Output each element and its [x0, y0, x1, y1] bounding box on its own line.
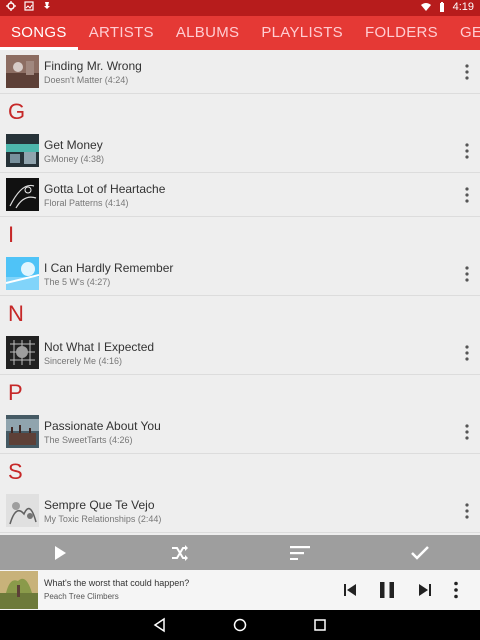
more-vert-icon [454, 581, 458, 599]
song-artist-duration: The SweetTarts (4:26) [44, 435, 133, 445]
song-title: Not What I Expected [44, 340, 155, 354]
song-row[interactable]: Sempre Que Te Vejo My Toxic Relationship… [0, 489, 480, 533]
shuffle-button[interactable] [150, 535, 210, 570]
tab-genres[interactable]: GENRES [449, 16, 480, 50]
more-vert-icon[interactable] [464, 266, 470, 282]
tab-songs[interactable]: SONGS [0, 16, 78, 50]
tab-folders[interactable]: FOLDERS [354, 16, 449, 50]
more-vert-icon[interactable] [464, 345, 470, 361]
album-art [6, 178, 39, 211]
album-art [6, 134, 39, 167]
image-notification-icon [24, 1, 34, 11]
status-bar: 4:19 [0, 0, 480, 16]
now-playing-bar[interactable]: What's the worst that could happen? Peac… [0, 570, 480, 610]
song-title: I Can Hardly Remember [44, 261, 174, 275]
skip-next-icon [419, 584, 431, 596]
section-header: P [8, 380, 23, 405]
recents-icon[interactable] [311, 616, 329, 634]
song-title: Passionate About You [44, 419, 161, 433]
song-artist-duration: GMoney (4:38) [44, 154, 105, 164]
navigation-bar [0, 610, 480, 640]
back-icon[interactable] [151, 616, 169, 634]
song-row[interactable]: I Can Hardly Remember The 5 W's (4:27) [0, 252, 480, 296]
section-header: S [8, 459, 23, 484]
play-all-button[interactable] [30, 535, 90, 570]
tab-bar: SONGS ARTISTS ALBUMS PLAYLISTS FOLDERS G… [0, 16, 480, 50]
battery-icon [439, 2, 444, 12]
album-art [6, 494, 39, 527]
more-vert-icon[interactable] [464, 503, 470, 519]
song-row[interactable]: Gotta Lot of Heartache Floral Patterns (… [0, 173, 480, 217]
song-title: Gotta Lot of Heartache [44, 182, 166, 196]
action-bar [0, 535, 480, 570]
more-vert-icon[interactable] [464, 143, 470, 159]
album-art [6, 336, 39, 369]
more-vert-icon[interactable] [464, 424, 470, 440]
album-art [6, 415, 39, 448]
section-header: I [8, 222, 15, 247]
song-title: Get Money [44, 138, 103, 152]
song-row[interactable]: Get Money GMoney (4:38) [0, 129, 480, 173]
select-button[interactable] [390, 535, 450, 570]
skip-previous-icon [344, 584, 356, 596]
song-row[interactable]: Passionate About You The SweetTarts (4:2… [0, 410, 480, 454]
shuffle-icon [172, 544, 188, 561]
sort-button[interactable] [270, 535, 330, 570]
now-playing-artist: Peach Tree Climbers [44, 592, 119, 601]
status-time: 4:19 [452, 1, 474, 13]
now-playing-more-button[interactable] [442, 576, 470, 604]
pin-notification-icon [44, 2, 50, 9]
more-vert-icon[interactable] [464, 64, 470, 80]
wifi-icon [420, 3, 431, 11]
song-artist-duration: Floral Patterns (4:14) [44, 198, 129, 208]
tab-artists[interactable]: ARTISTS [78, 16, 165, 50]
song-title: Finding Mr. Wrong [44, 59, 142, 73]
album-art [6, 55, 39, 88]
song-artist-duration: Sincerely Me (4:16) [44, 356, 123, 366]
pause-button[interactable] [373, 576, 401, 604]
song-title: Sempre Que Te Vejo [44, 498, 155, 512]
tab-playlists[interactable]: PLAYLISTS [250, 16, 354, 50]
app-notification-icon [6, 1, 16, 11]
song-row[interactable]: Not What I Expected Sincerely Me (4:16) [0, 331, 480, 375]
sort-icon [290, 545, 310, 560]
pause-icon [380, 582, 394, 598]
section-header: G [8, 99, 26, 124]
song-artist-duration: Doesn't Matter (4:24) [44, 75, 129, 85]
song-artist-duration: The 5 W's (4:27) [44, 277, 111, 287]
song-row[interactable]: Finding Mr. Wrong Doesn't Matter (4:24) [0, 50, 480, 94]
check-icon [411, 545, 429, 560]
album-art [6, 257, 39, 290]
skip-previous-button[interactable] [336, 576, 364, 604]
song-list[interactable]: Finding Mr. Wrong Doesn't Matter (4:24) … [0, 50, 480, 535]
tab-albums[interactable]: ALBUMS [165, 16, 251, 50]
home-icon[interactable] [231, 616, 249, 634]
now-playing-album-art [0, 571, 38, 609]
play-icon [55, 545, 66, 560]
more-vert-icon[interactable] [464, 187, 470, 203]
section-header: N [8, 301, 24, 326]
now-playing-title: What's the worst that could happen? [44, 578, 190, 588]
song-artist-duration: My Toxic Relationships (2:44) [44, 514, 162, 524]
skip-next-button[interactable] [411, 576, 439, 604]
